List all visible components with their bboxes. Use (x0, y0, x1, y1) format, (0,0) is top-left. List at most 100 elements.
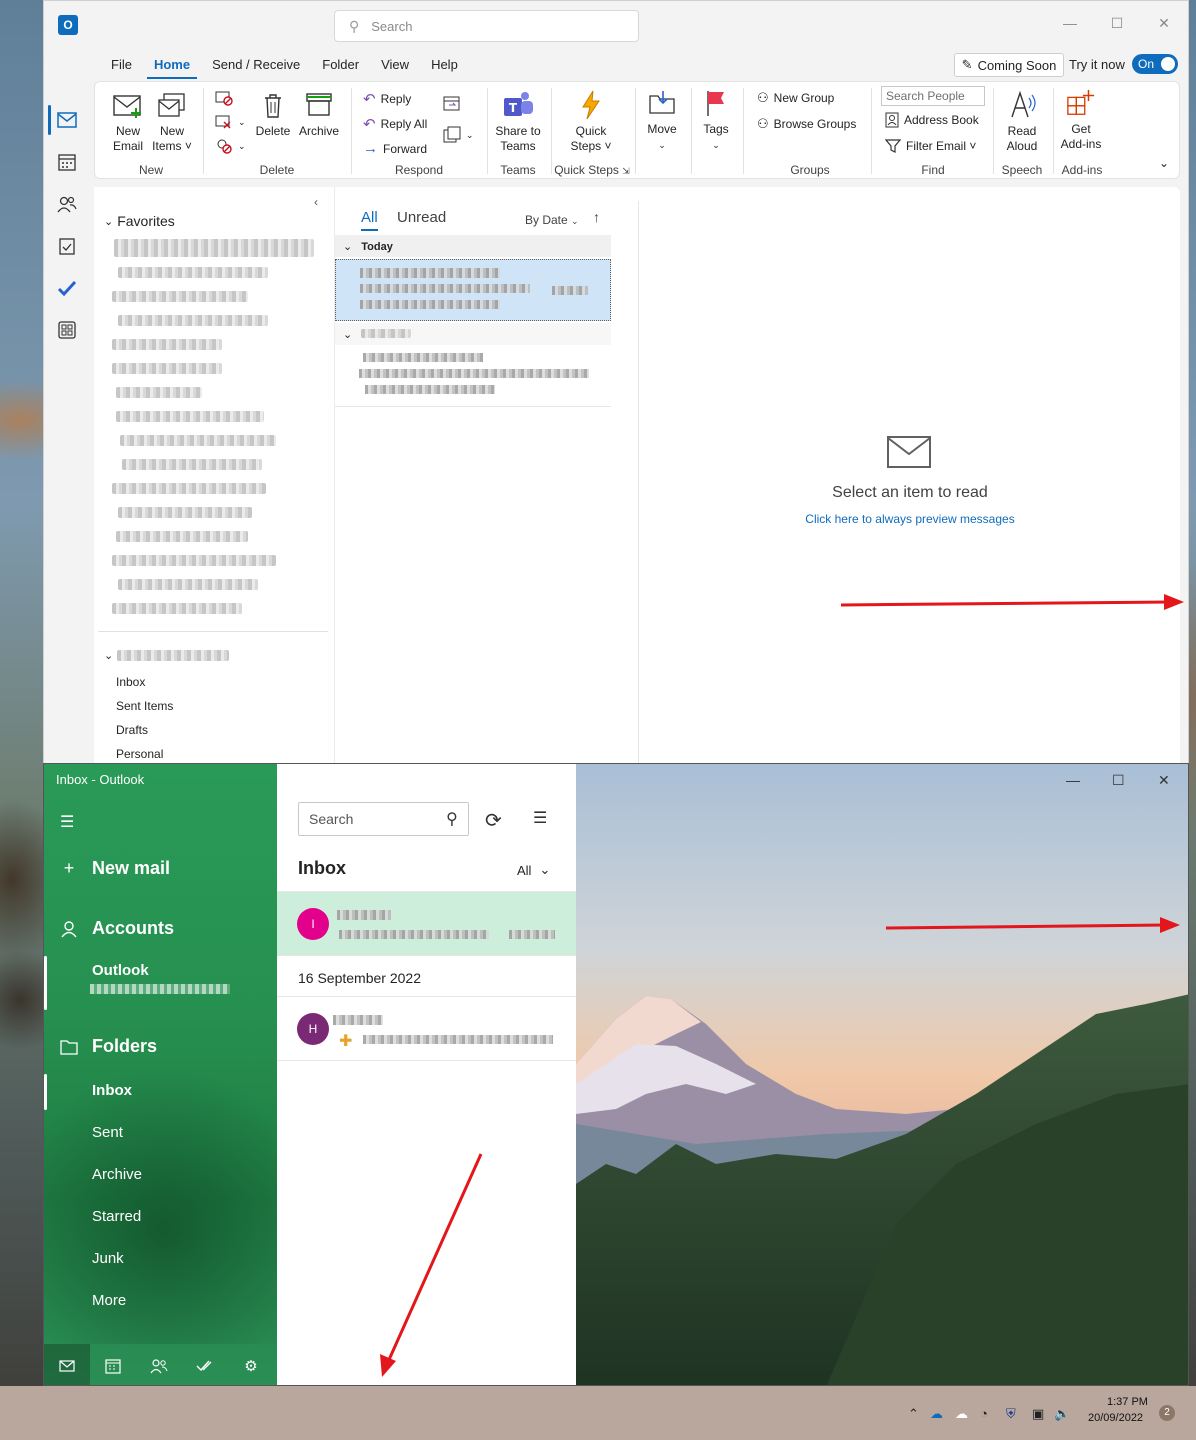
filter-dropdown[interactable]: All ⌄ (517, 862, 550, 878)
account-header[interactable]: ⌄ (104, 649, 230, 662)
junk-button[interactable]: ⌄ (215, 138, 246, 154)
address-book-button[interactable]: Address Book (885, 112, 979, 128)
favorite-item-redacted[interactable] (120, 435, 276, 446)
menu-help[interactable]: Help (424, 53, 465, 79)
reply-all-button[interactable]: ↶ Reply All (363, 115, 427, 133)
accounts-button[interactable]: Accounts (60, 918, 174, 939)
forward-button[interactable]: → Forward (363, 140, 427, 157)
cloud-icon[interactable]: ☁ (955, 1406, 968, 1422)
app-tray-icon[interactable]: ◔ (980, 1406, 988, 1421)
account-outlook[interactable]: Outlook (92, 962, 149, 979)
dialog-launcher-icon[interactable]: ⇲ (622, 166, 630, 176)
folder-archive[interactable]: Archive (92, 1166, 142, 1183)
network-icon[interactable]: ▣ (1032, 1406, 1044, 1422)
folder-sent-items[interactable]: Sent Items (116, 699, 173, 713)
sync-icon[interactable]: ⟳ (485, 808, 502, 833)
new-outlook-toggle[interactable]: On (1132, 54, 1178, 74)
favorite-item-redacted[interactable] (118, 315, 268, 326)
clean-up-button[interactable]: ⌄ (215, 114, 246, 130)
mail-icon[interactable] (44, 1344, 90, 1385)
apps-icon[interactable] (56, 319, 78, 341)
favorite-item-redacted[interactable] (112, 291, 248, 302)
quick-steps-button[interactable]: Quick Steps ˅ (561, 90, 621, 154)
menu-home[interactable]: Home (146, 53, 198, 79)
favorite-item-redacted[interactable] (116, 387, 202, 398)
favorite-item-redacted[interactable] (112, 603, 242, 614)
favorite-item-redacted[interactable] (114, 239, 314, 257)
favorite-item-redacted[interactable] (118, 267, 268, 278)
reply-button[interactable]: ↶ Reply (363, 90, 411, 108)
favorite-item-redacted[interactable] (112, 339, 222, 350)
folder-inbox[interactable]: Inbox (116, 675, 145, 689)
menu-file[interactable]: File (104, 53, 139, 79)
coming-soon-button[interactable]: ✎ Coming Soon (954, 53, 1064, 77)
folder-junk[interactable]: Junk (92, 1250, 124, 1267)
mail-item-selected[interactable]: I (277, 892, 576, 956)
tab-unread[interactable]: Unread (397, 209, 446, 226)
folder-more[interactable]: More (92, 1292, 126, 1309)
tags-button[interactable]: Tags ⌄ (699, 88, 733, 153)
onedrive-icon[interactable]: ☁ (930, 1406, 943, 1422)
always-preview-link[interactable]: Click here to always preview messages (640, 512, 1180, 526)
hamburger-menu-icon[interactable]: ☰ (60, 812, 74, 832)
mail-search-input[interactable]: Search ⚲ (298, 802, 469, 836)
group-header-today[interactable]: ⌄ Today (335, 235, 611, 257)
folder-starred[interactable]: Starred (92, 1208, 141, 1225)
volume-icon[interactable]: 🔈 (1054, 1406, 1070, 1422)
new-group-button[interactable]: ⚇ New Group (757, 90, 834, 106)
favorite-item-redacted[interactable] (118, 579, 258, 590)
settings-gear-icon[interactable]: ⚙ (228, 1344, 274, 1385)
people-icon[interactable] (56, 193, 78, 215)
favorite-item-redacted[interactable] (112, 363, 222, 374)
favorite-item-redacted[interactable] (112, 555, 276, 566)
tab-all[interactable]: All (361, 209, 378, 231)
favorite-item-redacted[interactable] (116, 411, 264, 422)
archive-button[interactable]: Archive (297, 90, 341, 139)
new-email-button[interactable]: New Email (111, 90, 145, 154)
favorite-item-redacted[interactable] (122, 459, 262, 470)
menu-send-receive[interactable]: Send / Receive (205, 53, 307, 79)
search-people-input[interactable]: Search People (881, 86, 985, 106)
meeting-reply-button[interactable] (443, 94, 461, 112)
folder-inbox[interactable]: Inbox (92, 1082, 132, 1099)
folder-personal[interactable]: Personal (116, 747, 163, 761)
delete-button[interactable]: Delete (255, 90, 291, 139)
menu-view[interactable]: View (374, 53, 416, 79)
tasks-icon[interactable] (56, 235, 78, 257)
more-respond-button[interactable]: ⌄ (443, 126, 474, 144)
calendar-icon[interactable] (56, 151, 78, 173)
close-button[interactable]: ✕ (1154, 15, 1174, 32)
favorite-item-redacted[interactable] (118, 507, 252, 518)
selection-mode-icon[interactable]: ☰ (533, 808, 547, 828)
reading-pane-divider[interactable] (638, 201, 639, 763)
maximize-button[interactable]: ☐ (1112, 772, 1125, 789)
ignore-button[interactable] (215, 90, 233, 106)
favorite-item-redacted[interactable] (112, 483, 266, 494)
people-icon[interactable] (136, 1344, 182, 1385)
read-aloud-button[interactable]: Read Aloud (1001, 90, 1043, 154)
favorites-header[interactable]: ⌄ Favorites (104, 213, 175, 229)
filter-email-button[interactable]: Filter Email ˅ (885, 138, 976, 154)
maximize-button[interactable]: ☐ (1107, 15, 1127, 32)
move-button[interactable]: Move ⌄ (643, 88, 681, 153)
minimize-button[interactable]: — (1066, 772, 1080, 788)
sort-direction-icon[interactable]: ↑ (593, 209, 600, 225)
close-button[interactable]: ✕ (1158, 772, 1170, 789)
favorite-item-redacted[interactable] (116, 531, 248, 542)
folder-sent[interactable]: Sent (92, 1124, 123, 1141)
folder-drafts[interactable]: Drafts (116, 723, 148, 737)
browse-groups-button[interactable]: ⚇ Browse Groups (757, 116, 856, 132)
shield-icon[interactable]: ⛨ (1006, 1406, 1016, 1422)
message-item-selected[interactable] (335, 259, 611, 321)
group-header-redacted[interactable]: ⌄ (335, 323, 611, 345)
sort-by-date-button[interactable]: By Date ⌄ (525, 213, 579, 227)
new-mail-button[interactable]: + New mail (60, 858, 170, 879)
todo-icon[interactable] (182, 1344, 228, 1385)
search-icon[interactable]: ⚲ (446, 809, 458, 829)
calendar-icon[interactable] (90, 1344, 136, 1385)
clock-time[interactable]: 1:37 PM (1107, 1396, 1148, 1408)
collapse-pane-icon[interactable]: ‹ (314, 195, 318, 209)
new-items-button[interactable]: New Items ˅ (151, 90, 193, 154)
mail-icon[interactable] (56, 109, 78, 131)
todo-check-icon[interactable] (56, 277, 78, 299)
